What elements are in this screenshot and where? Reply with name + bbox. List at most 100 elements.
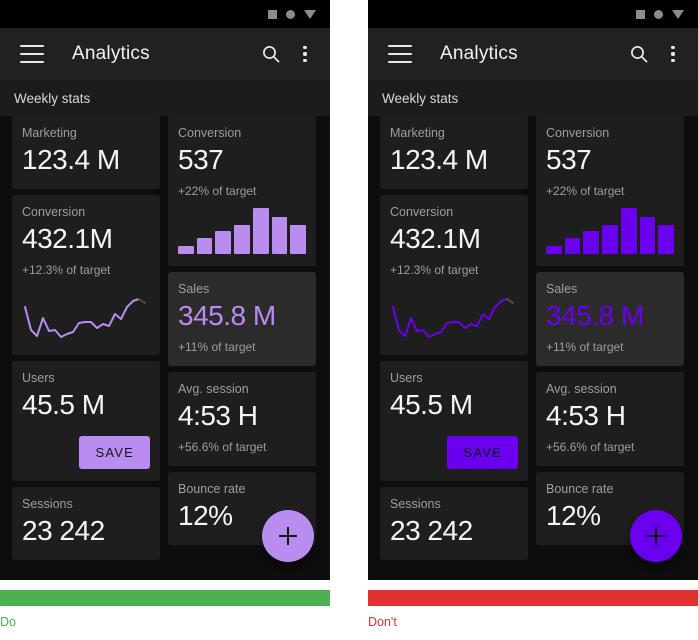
card-label: Users bbox=[22, 371, 55, 385]
card-label: Bounce rate bbox=[178, 482, 246, 496]
card-value: 345.8 M bbox=[178, 300, 276, 331]
card-value: 45.5 M bbox=[390, 389, 473, 420]
right-column: Conversion 537 +22% of target Sales 345.… bbox=[168, 116, 316, 560]
bar bbox=[639, 217, 656, 254]
card-sales[interactable]: Sales 345.8 M +11% of target bbox=[168, 272, 316, 366]
triangle-down-icon bbox=[304, 9, 316, 19]
bar bbox=[602, 224, 618, 254]
card-label: Avg. session bbox=[178, 382, 249, 396]
card-marketing[interactable]: Marketing 123.4 M bbox=[380, 116, 528, 189]
card-sales[interactable]: Sales 345.8 M +11% of target bbox=[536, 272, 684, 366]
card-conversion-left[interactable]: Conversion 432.1M +12.3% of target bbox=[380, 195, 528, 355]
card-subtext: +12.3% of target bbox=[390, 263, 479, 277]
card-label: Marketing bbox=[22, 126, 77, 140]
line-chart bbox=[22, 285, 150, 343]
dont-label: Don't bbox=[368, 615, 397, 629]
search-icon[interactable] bbox=[258, 41, 284, 67]
plus-icon bbox=[278, 526, 298, 546]
bar-chart bbox=[178, 208, 307, 254]
line-chart bbox=[390, 285, 518, 343]
card-value: 123.4 M bbox=[22, 144, 120, 175]
card-subtext: +11% of target bbox=[546, 340, 624, 354]
card-value: 123.4 M bbox=[390, 144, 488, 175]
card-subtext: +22% of target bbox=[178, 184, 257, 198]
cards-grid: Marketing 123.4 M Conversion 432.1M +12.… bbox=[0, 116, 330, 580]
plus-icon bbox=[646, 526, 666, 546]
section-title: Weekly stats bbox=[382, 90, 459, 106]
card-value: 4:53 H bbox=[546, 400, 626, 431]
bar bbox=[658, 225, 675, 254]
card-value: 432.1M bbox=[22, 223, 113, 254]
card-value: 4:53 H bbox=[178, 400, 258, 431]
card-label: Marketing bbox=[390, 126, 445, 140]
circle-icon bbox=[654, 9, 663, 19]
app-bar: Analytics bbox=[0, 28, 330, 80]
square-icon bbox=[268, 9, 277, 19]
bar bbox=[196, 238, 213, 254]
page-title: Analytics bbox=[440, 43, 518, 64]
more-vertical-icon[interactable] bbox=[292, 41, 318, 67]
hamburger-menu-icon[interactable] bbox=[20, 45, 44, 63]
card-subtext: +56.6% of target bbox=[546, 440, 635, 454]
card-avg-session[interactable]: Avg. session 4:53 H +56.6% of target bbox=[536, 372, 684, 466]
do-label: Do bbox=[0, 615, 16, 629]
bar bbox=[234, 224, 250, 254]
app-bar: Analytics bbox=[368, 28, 698, 80]
save-button[interactable]: SAVE bbox=[447, 436, 518, 469]
bar bbox=[290, 225, 307, 254]
cards-grid: Marketing 123.4 M Conversion 432.1M +12.… bbox=[368, 116, 698, 580]
status-bar bbox=[368, 0, 698, 28]
section-title: Weekly stats bbox=[14, 90, 91, 106]
card-label: Conversion bbox=[22, 205, 86, 219]
card-subtext: +11% of target bbox=[178, 340, 256, 354]
section-header: Weekly stats bbox=[0, 80, 330, 116]
card-sessions[interactable]: Sessions 23 242 bbox=[12, 487, 160, 560]
card-conversion-left[interactable]: Conversion 432.1M +12.3% of target bbox=[12, 195, 160, 355]
card-value: 23 242 bbox=[390, 515, 473, 546]
right-column: Conversion 537 +22% of target Sales 345.… bbox=[536, 116, 684, 560]
card-value: 537 bbox=[178, 144, 224, 175]
dont-verdict: Don't bbox=[368, 590, 698, 629]
dont-phone-mockup: Analytics Weekly stats Marketing 123.4 M… bbox=[368, 0, 698, 580]
add-fab-button[interactable] bbox=[262, 510, 314, 562]
card-label: Avg. session bbox=[546, 382, 617, 396]
bar bbox=[178, 245, 194, 254]
card-value: 23 242 bbox=[22, 515, 105, 546]
bar bbox=[546, 245, 562, 254]
card-value: 45.5 M bbox=[22, 389, 105, 420]
card-value: 537 bbox=[546, 144, 592, 175]
card-users[interactable]: Users 45.5 M SAVE bbox=[12, 361, 160, 481]
card-subtext: +12.3% of target bbox=[22, 263, 111, 277]
card-subtext: +22% of target bbox=[546, 184, 625, 198]
more-vertical-icon[interactable] bbox=[660, 41, 686, 67]
bar bbox=[583, 231, 600, 254]
card-label: Conversion bbox=[390, 205, 454, 219]
add-fab-button[interactable] bbox=[630, 510, 682, 562]
card-label: Sales bbox=[546, 282, 578, 296]
card-label: Conversion bbox=[178, 126, 242, 140]
bar bbox=[271, 217, 288, 254]
search-icon[interactable] bbox=[626, 41, 652, 67]
save-button[interactable]: SAVE bbox=[79, 436, 150, 469]
status-bar bbox=[0, 0, 330, 28]
hamburger-menu-icon[interactable] bbox=[388, 45, 412, 63]
card-value: 432.1M bbox=[390, 223, 481, 254]
card-conversion-right[interactable]: Conversion 537 +22% of target bbox=[168, 116, 316, 266]
page-title: Analytics bbox=[72, 43, 150, 64]
card-sessions[interactable]: Sessions 23 242 bbox=[380, 487, 528, 560]
card-conversion-right[interactable]: Conversion 537 +22% of target bbox=[536, 116, 684, 266]
dont-bar bbox=[368, 590, 698, 606]
card-marketing[interactable]: Marketing 123.4 M bbox=[12, 116, 160, 189]
card-subtext: +56.6% of target bbox=[178, 440, 267, 454]
section-header: Weekly stats bbox=[368, 80, 698, 116]
do-verdict: Do bbox=[0, 590, 330, 629]
card-avg-session[interactable]: Avg. session 4:53 H +56.6% of target bbox=[168, 372, 316, 466]
circle-icon bbox=[286, 9, 295, 19]
comparison-figure: Analytics Weekly stats Marketing 123.4 M… bbox=[0, 0, 698, 640]
bar bbox=[252, 208, 269, 254]
left-column: Marketing 123.4 M Conversion 432.1M +12.… bbox=[380, 116, 528, 560]
card-label: Conversion bbox=[546, 126, 610, 140]
square-icon bbox=[636, 9, 645, 19]
card-users[interactable]: Users 45.5 M SAVE bbox=[380, 361, 528, 481]
card-label: Sales bbox=[178, 282, 210, 296]
